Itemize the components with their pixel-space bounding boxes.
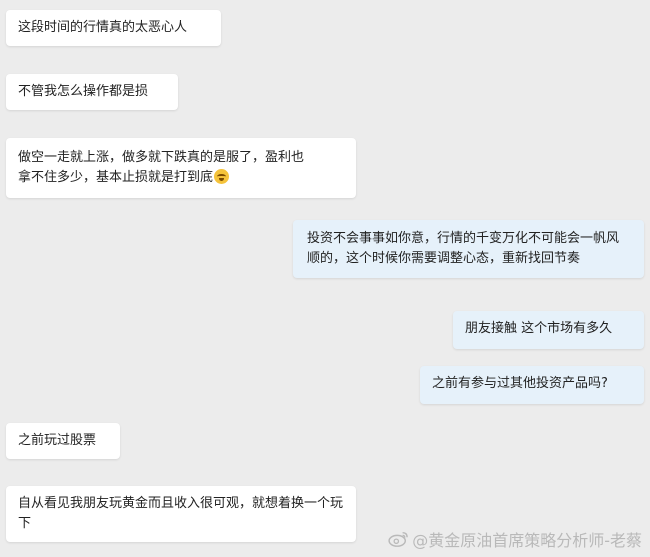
message-text: 拿不住多少，基本止损就是打到底 <box>18 170 214 185</box>
message-text: 之前玩过股票 <box>18 433 97 448</box>
message-bubble: 不管我怎么操作都是损 <box>6 74 178 110</box>
weibo-icon <box>388 531 409 547</box>
message-text: 之前有参与过其他投资产品吗? <box>432 376 608 391</box>
message-bubble: 自从看见我朋友玩黄金而且收入很可观，就想着换一个玩下 <box>6 486 356 542</box>
message-text: 朋友接触 这个市场有多久 <box>465 321 613 336</box>
message-text: 不管我怎么操作都是损 <box>18 84 149 99</box>
message-bubble: 投资不会事事如你意，行情的千变万化不可能会一帆风顺的，这个时候你需要调整心态，重… <box>293 220 644 278</box>
message-bubble: 之前玩过股票 <box>6 423 120 459</box>
message-bubble: 朋友接触 这个市场有多久 <box>453 311 644 349</box>
message-text: 自从看见我朋友玩黄金而且收入很可观，就想着换一个玩下 <box>18 496 344 531</box>
message-text: 投资不会事事如你意，行情的千变万化不可能会一帆风顺的，这个时候你需要调整心态，重… <box>307 231 620 266</box>
message-text: 做空一走就上涨，做多就下跌真的是服了，盈利也 <box>18 150 305 165</box>
watermark-text: @黄金原油首席策略分析师-老蔡 <box>412 531 642 550</box>
message-text: 这段时间的行情真的太恶心人 <box>18 20 188 35</box>
message-bubble: 做空一走就上涨，做多就下跌真的是服了，盈利也 拿不住多少，基本止损就是打到底 <box>6 138 356 198</box>
message-bubble: 这段时间的行情真的太恶心人 <box>6 10 221 46</box>
crying-face-emoji-icon <box>214 169 230 184</box>
message-bubble: 之前有参与过其他投资产品吗? <box>420 366 644 404</box>
watermark: @黄金原油首席策略分析师-老蔡 <box>388 527 642 551</box>
